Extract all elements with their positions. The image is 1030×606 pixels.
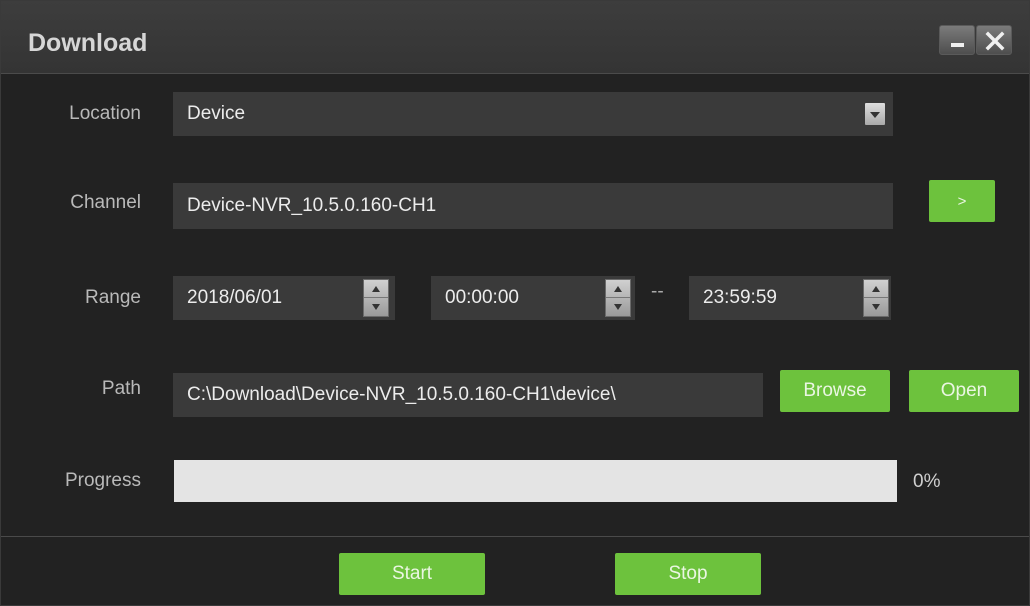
open-button[interactable]: Open <box>909 370 1019 412</box>
spin-down-icon[interactable] <box>864 298 888 316</box>
start-time-value: 00:00:00 <box>445 287 519 308</box>
location-label: Location <box>69 103 141 124</box>
progress-label: Progress <box>64 470 141 491</box>
progress-bar <box>174 460 897 502</box>
spin-up-icon[interactable] <box>864 280 888 298</box>
end-time-input[interactable]: 23:59:59 <box>689 276 891 320</box>
location-value: Device <box>187 103 246 124</box>
date-value: 2018/06/01 <box>187 287 283 308</box>
dialog-title: Download <box>28 29 148 57</box>
path-value: C:\Download\Device-NVR_10.5.0.160-CH1\de… <box>187 384 616 405</box>
date-input[interactable]: 2018/06/01 <box>173 276 395 320</box>
download-dialog: Download Location Device Channel Device-… <box>0 0 1030 606</box>
date-spinner[interactable] <box>363 279 389 317</box>
close-icon <box>985 31 1005 51</box>
progress-percent: 0% <box>913 471 941 492</box>
footer-divider <box>1 536 1029 537</box>
dropdown-arrow-glyph <box>870 112 880 118</box>
title-bar[interactable]: Download <box>1 1 1029 74</box>
path-label: Path <box>101 378 141 399</box>
spin-up-icon[interactable] <box>606 280 630 298</box>
channel-label: Channel <box>70 192 141 213</box>
channel-field[interactable]: Device-NVR_10.5.0.160-CH1 <box>173 183 893 229</box>
spin-down-icon[interactable] <box>364 298 388 316</box>
minimize-button[interactable] <box>939 25 975 55</box>
range-separator: -- <box>651 281 664 302</box>
spin-down-icon[interactable] <box>606 298 630 316</box>
channel-value: Device-NVR_10.5.0.160-CH1 <box>187 195 437 216</box>
spin-up-icon[interactable] <box>364 280 388 298</box>
range-label: Range <box>85 287 141 308</box>
location-dropdown[interactable]: Device <box>173 92 893 136</box>
path-field[interactable]: C:\Download\Device-NVR_10.5.0.160-CH1\de… <box>173 373 763 417</box>
start-button[interactable]: Start <box>339 553 485 595</box>
minimize-icon <box>951 43 964 47</box>
stop-button[interactable]: Stop <box>615 553 761 595</box>
start-time-spinner[interactable] <box>605 279 631 317</box>
end-time-spinner[interactable] <box>863 279 889 317</box>
end-time-value: 23:59:59 <box>703 287 777 308</box>
browse-button[interactable]: Browse <box>780 370 890 412</box>
channel-select-button[interactable]: > <box>929 180 995 222</box>
close-button[interactable] <box>976 25 1012 55</box>
chevron-down-icon[interactable] <box>865 103 885 125</box>
